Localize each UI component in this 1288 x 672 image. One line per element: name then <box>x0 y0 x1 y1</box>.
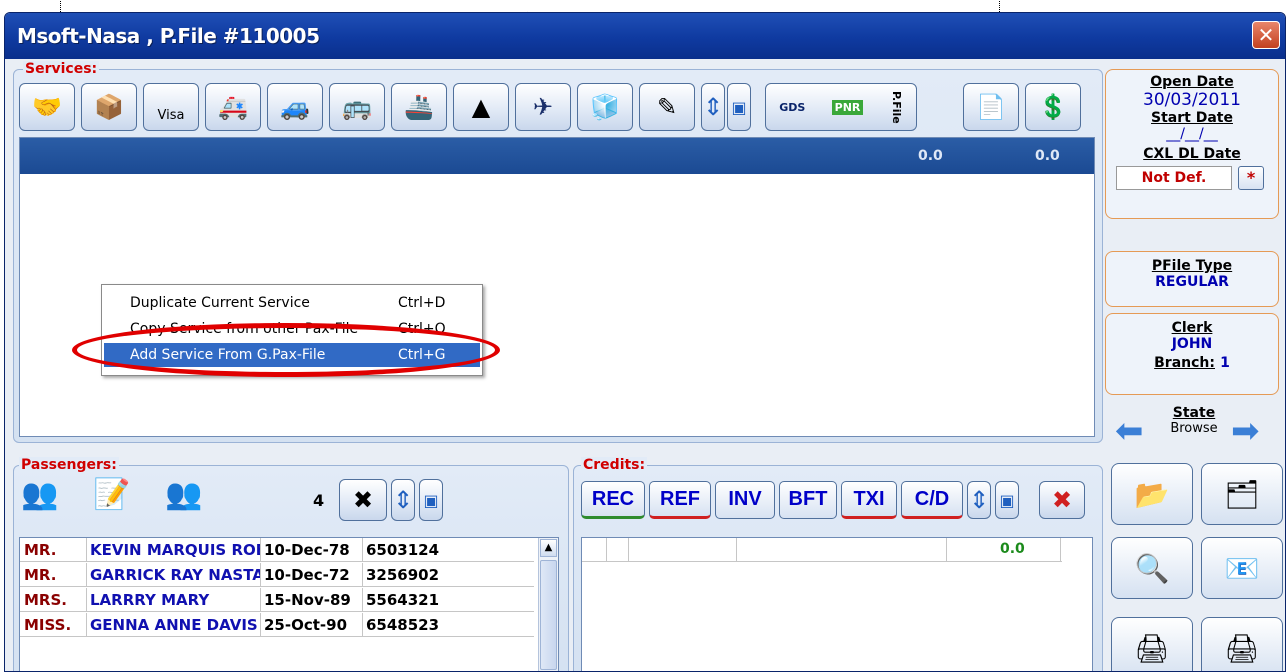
pfile-label: P.File <box>889 90 903 124</box>
services-list-header: 0.0 0.0 <box>20 138 1094 174</box>
gds-pnr-pfile-icon[interactable]: GDS PNR P.File <box>765 83 917 131</box>
credits-up-down-icon[interactable]: ⇕ <box>967 481 991 519</box>
title-bar: Msoft-Nasa , P.File #110005 ✕ <box>5 13 1285 59</box>
handshake-icon[interactable]: 🤝 <box>19 83 75 131</box>
scroll-up-icon[interactable]: ▲ <box>540 539 557 557</box>
clerk-label: Clerk <box>1171 320 1213 336</box>
cubes-icon[interactable]: 🧊 <box>577 83 633 131</box>
group-folder-icon[interactable]: 🗂 <box>1201 463 1283 525</box>
services-label: Services: <box>23 61 100 77</box>
passenger-save-icon[interactable]: ▣ <box>419 479 443 521</box>
start-date-value[interactable]: __/__/__ <box>1106 126 1278 142</box>
pencil-icon[interactable]: ✎ <box>639 83 695 131</box>
cd-button[interactable]: C/D <box>901 481 963 519</box>
dates-panel: Open Date 30/03/2011 Start Date __/__/__… <box>1105 69 1279 219</box>
open-date-value: 30/03/2011 <box>1143 90 1241 110</box>
ship-icon[interactable]: 🚢 <box>391 83 447 131</box>
pnr-label: PNR <box>831 99 864 115</box>
state-panel: State Browse <box>1163 405 1225 436</box>
open-folder-icon[interactable]: 📂 <box>1111 463 1193 525</box>
cxl-date-button[interactable]: * <box>1238 166 1264 190</box>
start-date-label: Start Date <box>1151 110 1233 126</box>
print-icon[interactable]: 🖨 <box>1111 617 1193 671</box>
table-row[interactable]: MISS. GENNA ANNE DAVIS 25-Oct-90 6548523 <box>20 613 534 637</box>
table-row[interactable]: MR. KEVIN MARQUIS ROBI 10-Dec-78 6503124 <box>20 538 534 562</box>
branch-value: 1 <box>1220 355 1230 371</box>
state-prev-arrow-icon[interactable]: ⬅ <box>1115 411 1144 451</box>
credits-table: 0.0 <box>581 537 1093 671</box>
pfile-type-value: REGULAR <box>1155 274 1229 290</box>
txi-button[interactable]: TXI <box>841 481 897 519</box>
add-passenger-icon[interactable]: 👥 <box>21 477 58 512</box>
car-icon[interactable]: 🚙 <box>267 83 323 131</box>
credits-save-icon[interactable]: ▣ <box>995 481 1019 519</box>
services-total-1: 0.0 <box>918 148 943 164</box>
close-icon[interactable]: ✕ <box>1252 21 1280 49</box>
bft-button[interactable]: BFT <box>779 481 837 519</box>
pfile-type-panel: PFile Type REGULAR <box>1105 251 1279 307</box>
airplane-icon[interactable]: ✈ <box>515 83 571 131</box>
bus-icon[interactable]: 🚌 <box>329 83 385 131</box>
table-row[interactable]: MR. GARRICK RAY NASTAS 10-Dec-72 3256902 <box>20 563 534 587</box>
window-title: Msoft-Nasa , P.File #110005 <box>17 24 320 48</box>
table-row[interactable]: MRS. LARRRY MARY 15-Nov-89 5564321 <box>20 588 534 612</box>
rec-button[interactable]: REC <box>581 481 645 519</box>
delete-passenger-icon[interactable]: ✖ <box>339 479 387 521</box>
visa-label: Visa <box>157 107 185 123</box>
money-document-icon[interactable]: 💲 <box>1025 83 1081 131</box>
add-group-passenger-icon[interactable]: 👥 <box>165 477 202 512</box>
passenger-count: 4 <box>313 491 325 510</box>
branch-label: Branch: <box>1154 355 1215 371</box>
save-icon[interactable]: ▣ <box>727 83 751 131</box>
scrollbar-thumb[interactable] <box>540 560 557 670</box>
credits-label: Credits: <box>581 457 648 473</box>
credits-row[interactable]: 0.0 <box>582 538 1062 562</box>
ambulance-icon[interactable]: 🚑 <box>205 83 261 131</box>
pfile-type-label: PFile Type <box>1151 258 1233 274</box>
package-icon[interactable]: 📦 <box>81 83 137 131</box>
passengers-label: Passengers: <box>19 457 119 473</box>
ref-button[interactable]: REF <box>649 481 711 519</box>
edit-passenger-icon[interactable]: 📝 <box>93 477 130 512</box>
cxl-dl-date-value[interactable]: Not Def. <box>1116 166 1232 190</box>
highlight-ellipse <box>72 323 500 377</box>
document-icon[interactable]: 📄 <box>963 83 1019 131</box>
email-icon[interactable]: 📧 <box>1201 537 1283 599</box>
print-invoice-icon[interactable]: 🖨 <box>1201 617 1283 671</box>
state-value: Browse <box>1170 421 1218 436</box>
open-date-label: Open Date <box>1150 74 1234 90</box>
menu-item-duplicate-service[interactable]: Duplicate Current Service Ctrl+D <box>104 291 480 315</box>
inv-button[interactable]: INV <box>715 481 775 519</box>
gds-label: GDS <box>779 100 806 114</box>
up-down-arrows-icon[interactable]: ⇕ <box>701 83 725 131</box>
passenger-up-down-icon[interactable]: ⇕ <box>391 479 415 521</box>
credits-delete-icon[interactable]: ✖ <box>1039 481 1085 519</box>
state-label: State <box>1172 405 1216 421</box>
passengers-table: MR. KEVIN MARQUIS ROBI 10-Dec-78 6503124… <box>19 537 559 671</box>
clerk-value: JOHN <box>1171 336 1213 352</box>
cxl-dl-date-label: CXL DL Date <box>1143 146 1241 162</box>
search-icon[interactable]: 🔍 <box>1111 537 1193 599</box>
pyramid-icon[interactable]: ▲ <box>453 83 509 131</box>
clerk-panel: Clerk JOHN Branch: 1 <box>1105 313 1279 395</box>
state-next-arrow-icon[interactable]: ➡ <box>1231 411 1260 451</box>
services-total-2: 0.0 <box>1035 148 1060 164</box>
passengers-scrollbar[interactable]: ▲ <box>538 538 558 671</box>
credits-total: 0.0 <box>1000 541 1025 557</box>
visa-icon[interactable]: Visa <box>143 83 199 131</box>
